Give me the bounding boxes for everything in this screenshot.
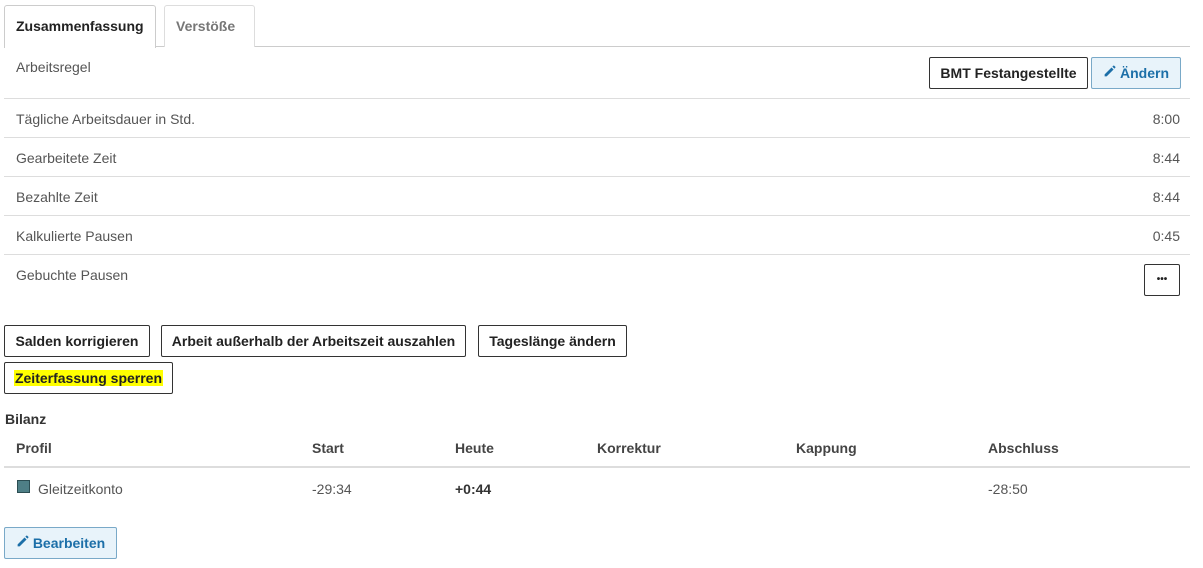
column-header-start: Start [312,440,344,456]
change-label: Ändern [1120,65,1169,81]
summary-row-label: Bezahlte Zeit [16,189,98,205]
table-row: Gleitzeitkonto -29:34 +0:44 -28:50 [4,469,1190,509]
balance-table-header: Profil Start Heute Korrektur Kappung Abs… [4,430,1190,468]
summary-row: Tägliche Arbeitsdauer in Std. 8:00 [4,99,1190,138]
summary-row: Gebuchte Pausen ••• [4,255,1190,305]
work-rule-button[interactable]: BMT Festangestellte [929,57,1088,89]
change-day-length-button[interactable]: Tageslänge ändern [478,325,627,357]
summary-row-label: Gebuchte Pausen [16,267,129,283]
edit-balance-button[interactable]: Bearbeiten [4,527,117,559]
summary-row-value: 0:45 [1152,228,1180,244]
summary-row-label: Gearbeitete Zeit [16,150,117,166]
tab-zusammenfassung[interactable]: Zusammenfassung [4,5,156,48]
column-header-profile: Profil [16,440,52,456]
summary-row-value: 8:44 [1152,189,1180,205]
column-header-today: Heute [455,440,494,456]
summary-row-value: 8:00 [1152,111,1180,127]
tab-bar: Zusammenfassung Verstöße [4,5,1190,48]
start-value: -29:34 [312,481,352,497]
summary-row-value: 8:44 [1152,150,1180,166]
profile-name: Gleitzeitkonto [38,481,123,497]
closing-value: -28:50 [988,481,1028,497]
today-value: +0:44 [455,481,492,497]
summary-row: Bezahlte Zeit 8:44 [4,177,1190,216]
profile-color-swatch [17,480,30,493]
work-rule-row: Arbeitsregel BMT Festangestellte Ändern [4,47,1190,99]
pay-out-overtime-button[interactable]: Arbeit außerhalb der Arbeitszeit auszahl… [161,325,466,357]
correct-balances-button[interactable]: Salden korrigieren [4,325,150,357]
lock-time-tracking-button[interactable]: Zeiterfassung sperren [4,362,173,394]
page: Zusammenfassung Verstöße Arbeitsregel BM… [0,0,1203,568]
lock-time-tracking-label: Zeiterfassung sperren [13,370,164,386]
column-header-closing: Abschluss [988,440,1059,456]
more-options-button[interactable]: ••• [1144,264,1180,296]
pencil-icon [16,528,29,558]
balance-title: Bilanz [5,411,47,427]
summary-row-label: Tägliche Arbeitsdauer in Std. [16,111,195,127]
summary-row: Gearbeitete Zeit 8:44 [4,138,1190,177]
summary-row-label: Kalkulierte Pausen [16,228,133,244]
column-header-capping: Kappung [796,440,857,456]
summary-row: Kalkulierte Pausen 0:45 [4,216,1190,255]
edit-label: Bearbeiten [32,535,106,551]
tab-verstoesse[interactable]: Verstöße [164,5,255,47]
ellipsis-icon: ••• [1156,274,1168,285]
pencil-icon [1103,58,1116,88]
work-rule-label: Arbeitsregel [16,59,91,75]
change-work-rule-button[interactable]: Ändern [1091,57,1181,89]
column-header-correction: Korrektur [597,440,661,456]
